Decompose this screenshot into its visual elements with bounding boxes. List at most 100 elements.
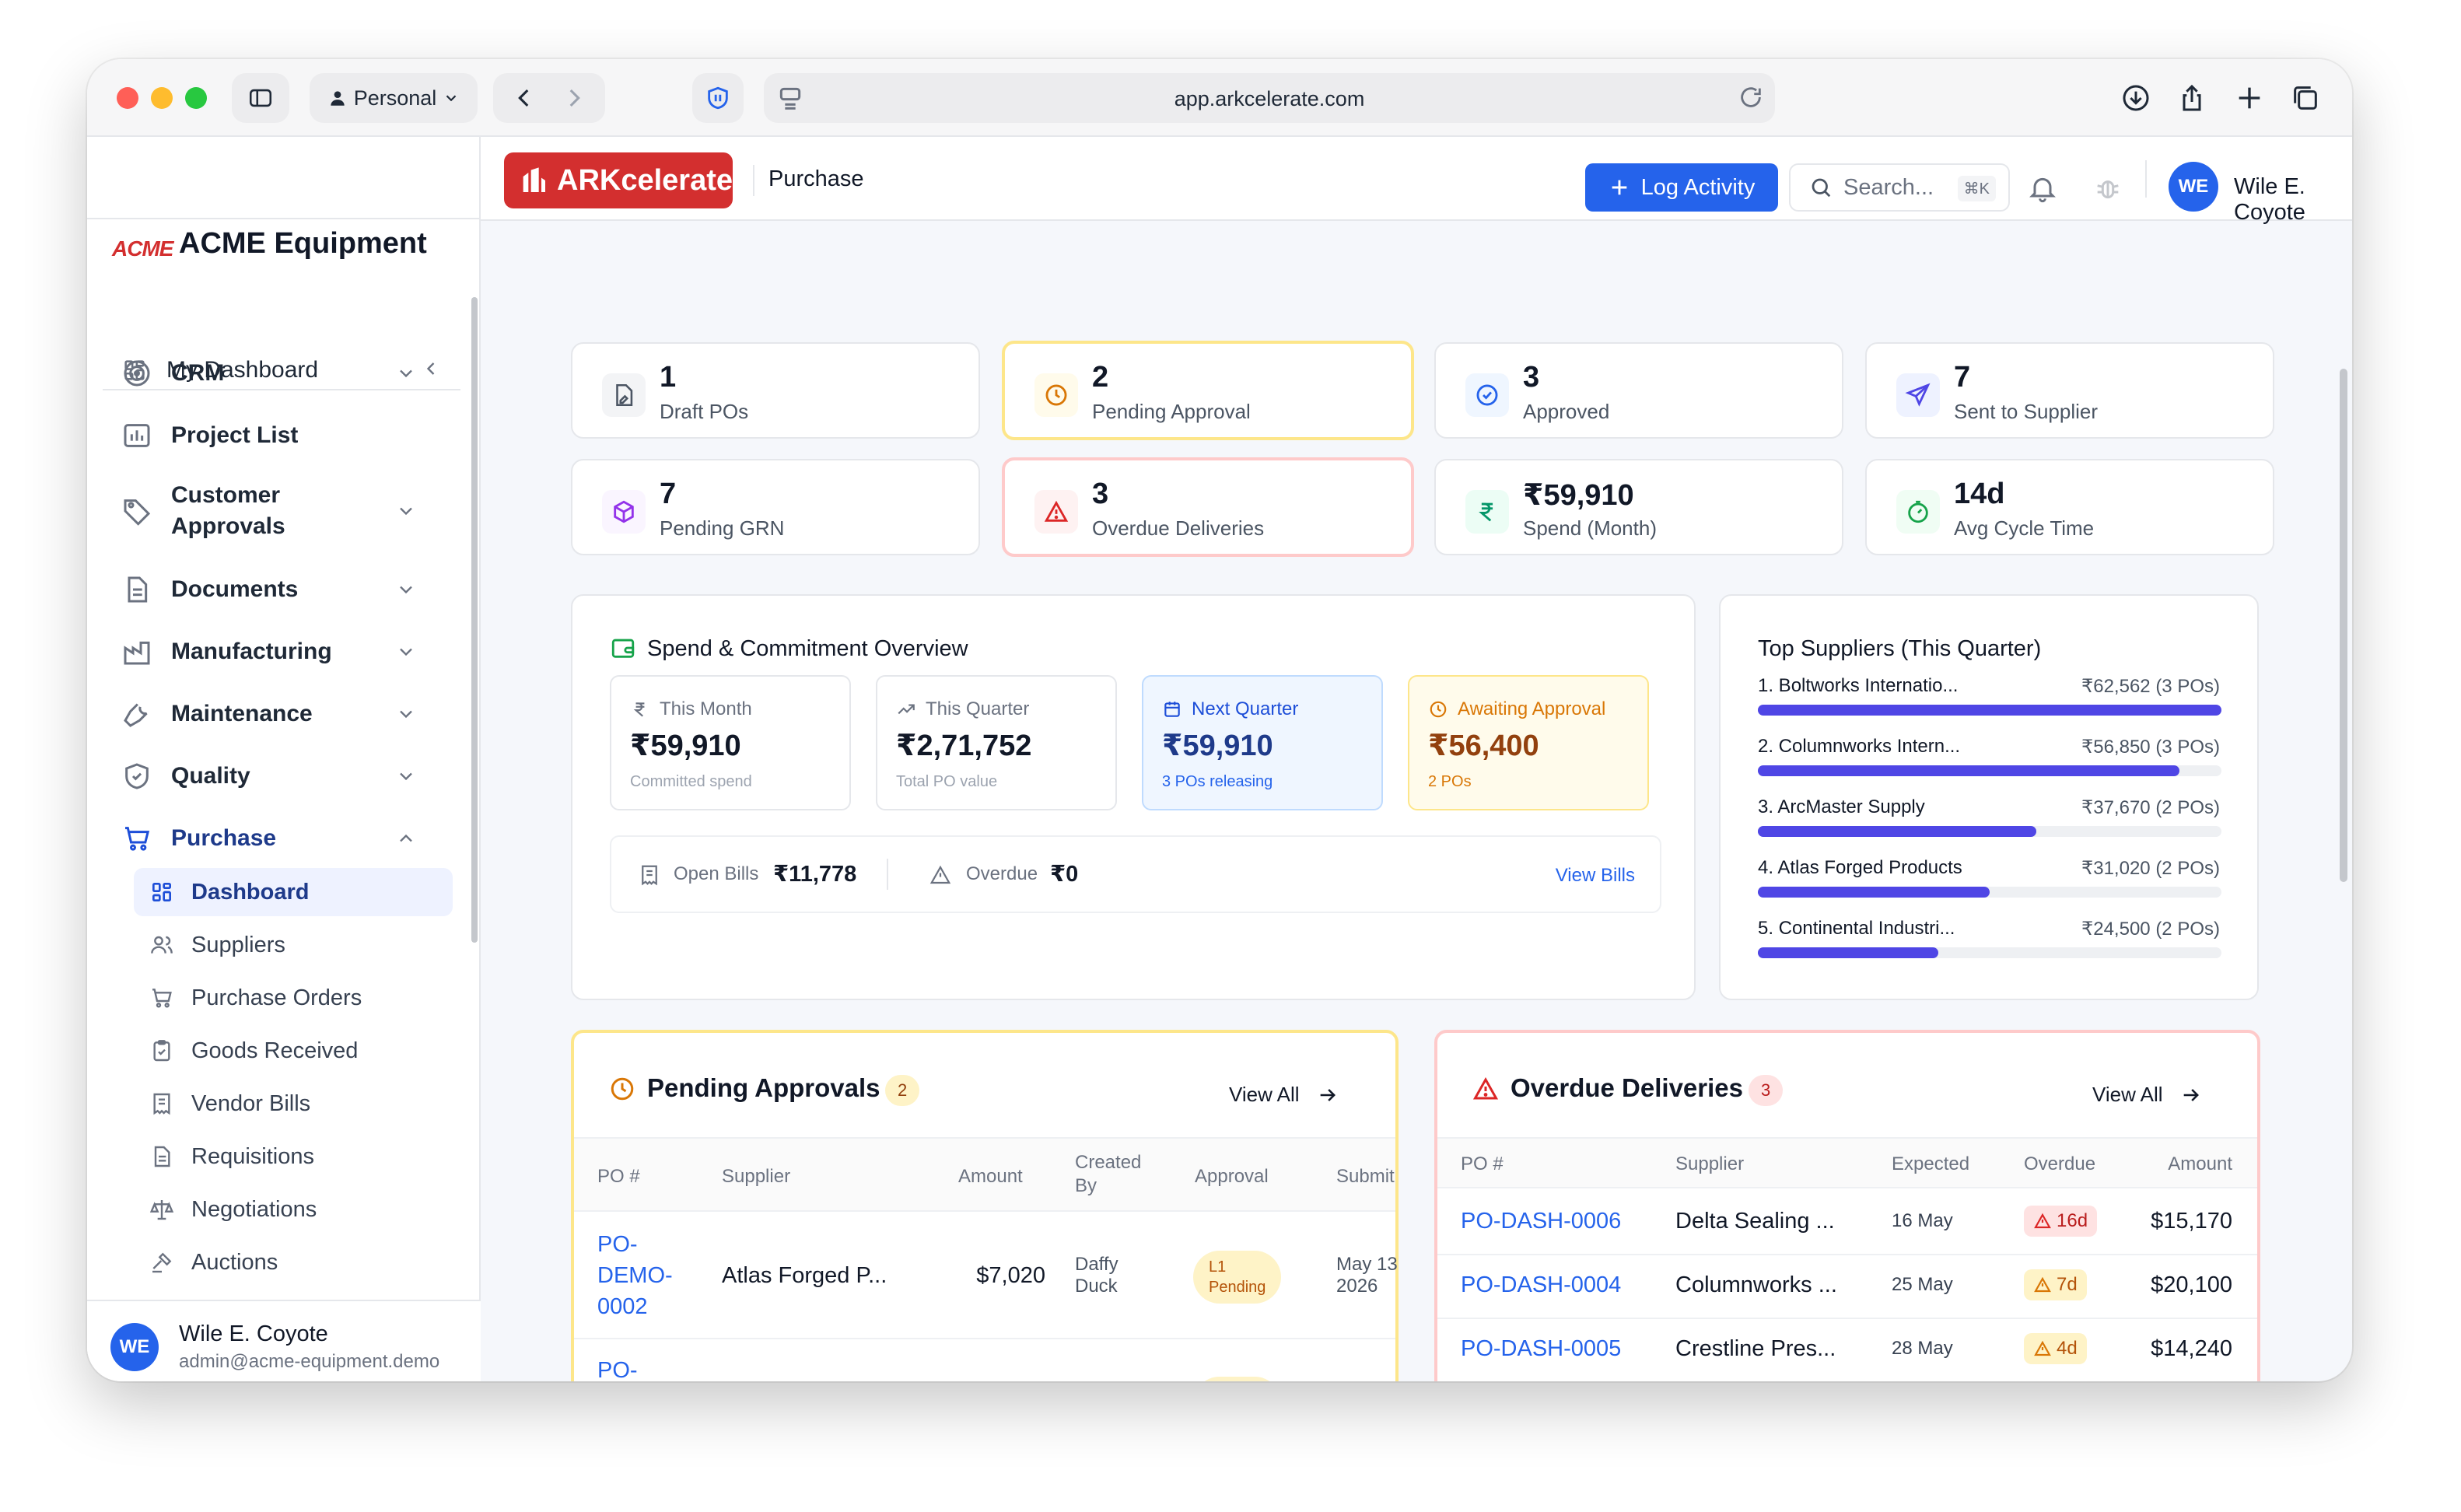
- table-header: [1437, 1137, 2257, 1188]
- supplier-cell: Atlas Forged P...: [722, 1263, 887, 1288]
- sidebar-subitem-requisitions[interactable]: Requisitions: [134, 1132, 453, 1181]
- sidebar-item-manufacturing[interactable]: Manufacturing: [121, 630, 417, 674]
- kpi-spend-month[interactable]: ₹59,910 Spend (Month): [1434, 459, 1843, 555]
- supplier-value: ₹56,850 (3 POs): [2081, 737, 2220, 758]
- sidebar-item-customer-approvals[interactable]: Customer Approvals: [121, 476, 417, 546]
- back-icon[interactable]: [511, 85, 537, 111]
- sidebar-item-crm[interactable]: CRM: [121, 352, 417, 395]
- kpi-pending-approval[interactable]: 2 Pending Approval: [1002, 341, 1414, 440]
- kpi-pending-grn[interactable]: 7 Pending GRN: [571, 459, 980, 555]
- supplier-name[interactable]: 5. Continental Industri...: [1758, 918, 1955, 940]
- supplier-name[interactable]: 2. Columnworks Intern...: [1758, 736, 1960, 758]
- kpi-icon-wrap: [1465, 373, 1509, 417]
- sidebar-item-label: CRM: [171, 360, 225, 386]
- sidebar-subitem-vendor-bills[interactable]: Vendor Bills: [134, 1080, 453, 1128]
- forward-icon[interactable]: [561, 85, 587, 111]
- bell-icon[interactable]: [2027, 173, 2058, 204]
- supplier-name[interactable]: 4. Atlas Forged Products: [1758, 857, 1962, 879]
- tab-overview-icon[interactable]: [2290, 82, 2321, 114]
- header-avatar[interactable]: WE: [2169, 162, 2218, 212]
- package-icon: [614, 500, 634, 523]
- sidebar-subitem-purchase-orders[interactable]: Purchase Orders: [134, 974, 453, 1022]
- po-link[interactable]: PO-DASH-0006: [1461, 1206, 1621, 1237]
- kpi-approved[interactable]: 3 Approved: [1434, 342, 1843, 439]
- sidebar-subitem-negotiations[interactable]: Negotiations: [134, 1185, 453, 1234]
- sidebar-item-documents[interactable]: Documents: [121, 568, 417, 611]
- arrow-right-icon: [1320, 1088, 1336, 1101]
- expected-cell: 28 May: [1892, 1338, 1953, 1359]
- sidebar-item-maintenance[interactable]: Maintenance: [121, 692, 417, 736]
- bug-icon[interactable]: [2092, 173, 2123, 204]
- column-header: Amount: [2168, 1153, 2232, 1174]
- po-link[interactable]: PO- DEMO- 0002: [597, 1229, 673, 1322]
- sidebar-menu: CRM Project List Customer Approvals Docu…: [87, 137, 481, 1304]
- close-window-button[interactable]: [117, 87, 138, 109]
- kpi-overdue-deliveries[interactable]: 3 Overdue Deliveries: [1002, 457, 1414, 557]
- calendar-icon: [1164, 702, 1180, 717]
- po-link[interactable]: PO-DEMO-0003: [597, 1355, 673, 1381]
- kpi-label: Spend (Month): [1523, 516, 1657, 540]
- overdue-count-badge: 3: [1749, 1075, 1784, 1106]
- sidebar-item-quality[interactable]: Quality: [121, 754, 417, 798]
- sidebar-subitem-suppliers[interactable]: Suppliers: [134, 921, 453, 969]
- sidebar-item-purchase[interactable]: Purchase: [121, 817, 417, 860]
- mini-value: ₹59,910: [630, 730, 741, 762]
- supplier-name[interactable]: 3. ArcMaster Supply: [1758, 796, 1925, 818]
- mini-label-wrap: This Quarter: [896, 698, 1029, 720]
- sidebar-toggle-button[interactable]: [232, 73, 289, 123]
- sidebar-subitem-goods-received[interactable]: Goods Received: [134, 1027, 453, 1075]
- kpi-label: Overdue Deliveries: [1092, 516, 1265, 540]
- kpi-label: Approved: [1523, 400, 1610, 423]
- supplier-bar-fill: [1758, 705, 2221, 716]
- user-email: admin@acme-equipment.demo: [179, 1351, 440, 1372]
- sidebar-subitem-label: Suppliers: [191, 932, 285, 957]
- breadcrumb-separator: [753, 165, 754, 196]
- kpi-label: Sent to Supplier: [1954, 400, 2099, 423]
- supplier-cell: Crestline Pres...: [1675, 1336, 1836, 1361]
- profile-selector[interactable]: Personal: [310, 73, 478, 123]
- kpi-sent-to-supplier[interactable]: 7 Sent to Supplier: [1865, 342, 2274, 439]
- header-user-name[interactable]: Wile E. Coyote: [2234, 174, 2352, 226]
- pending-count-badge: 2: [885, 1075, 920, 1106]
- log-activity-button[interactable]: Log Activity: [1585, 163, 1778, 212]
- wrench-icon: [124, 703, 148, 727]
- app-logo-button[interactable]: ARKcelerate: [504, 152, 733, 208]
- minimize-window-button[interactable]: [151, 87, 173, 109]
- sidebar-item-project-list[interactable]: Project List: [121, 414, 417, 457]
- reload-icon[interactable]: [1738, 84, 1764, 110]
- mini-label-wrap: Awaiting Approval: [1428, 698, 1605, 720]
- download-icon[interactable]: [2120, 82, 2151, 114]
- sidebar-user[interactable]: WE Wile E. Coyote admin@acme-equipment.d…: [87, 1300, 481, 1381]
- breadcrumb[interactable]: Purchase: [768, 166, 864, 192]
- pending-view-all-button[interactable]: View All: [1229, 1083, 1339, 1107]
- share-icon[interactable]: [2176, 82, 2207, 114]
- supplier-value: ₹31,020 (2 POs): [2081, 858, 2220, 879]
- privacy-shield-button[interactable]: [692, 73, 744, 123]
- kpi-draft-pos[interactable]: 1 Draft POs: [571, 342, 980, 439]
- sidebar-subitem-auctions[interactable]: Auctions: [134, 1238, 453, 1286]
- avatar: WE: [110, 1323, 159, 1371]
- search-input[interactable]: Search... ⌘K: [1789, 163, 2010, 212]
- supplier-name[interactable]: 1. Boltworks Internatio...: [1758, 675, 1958, 697]
- address-bar[interactable]: app.arkcelerate.com: [764, 73, 1775, 123]
- main-scrollbar[interactable]: [2340, 369, 2347, 882]
- overdue-view-all-button[interactable]: View All: [2092, 1083, 2202, 1107]
- sidebar-item-label: Project List: [171, 422, 299, 448]
- po-link[interactable]: PO-DASH-0004: [1461, 1269, 1621, 1300]
- kpi-avg-cycle-time[interactable]: 14d Avg Cycle Time: [1865, 459, 2274, 555]
- new-tab-icon[interactable]: [2234, 82, 2265, 114]
- timer-icon: [1908, 500, 1928, 523]
- search-placeholder: Search...: [1843, 174, 1934, 200]
- view-bills-link[interactable]: View Bills: [1556, 865, 1635, 887]
- app-name: ARKcelerate: [557, 163, 733, 197]
- top-suppliers-card: Top Suppliers (This Quarter) 1. Boltwork…: [1719, 594, 2259, 1000]
- mini-label: Awaiting Approval: [1458, 698, 1606, 719]
- maximize-window-button[interactable]: [185, 87, 207, 109]
- created-by-cell: Daffy Duck: [1075, 1254, 1118, 1297]
- sidebar-scrollbar[interactable]: [471, 297, 478, 943]
- kpi-icon-wrap: [1465, 490, 1509, 534]
- sidebar-subitem-dashboard[interactable]: Dashboard: [134, 868, 453, 916]
- kpi-value: 14d: [1954, 478, 2005, 510]
- po-link[interactable]: PO-DASH-0005: [1461, 1333, 1621, 1364]
- approval-status-badge: L1Pending: [1193, 1251, 1282, 1304]
